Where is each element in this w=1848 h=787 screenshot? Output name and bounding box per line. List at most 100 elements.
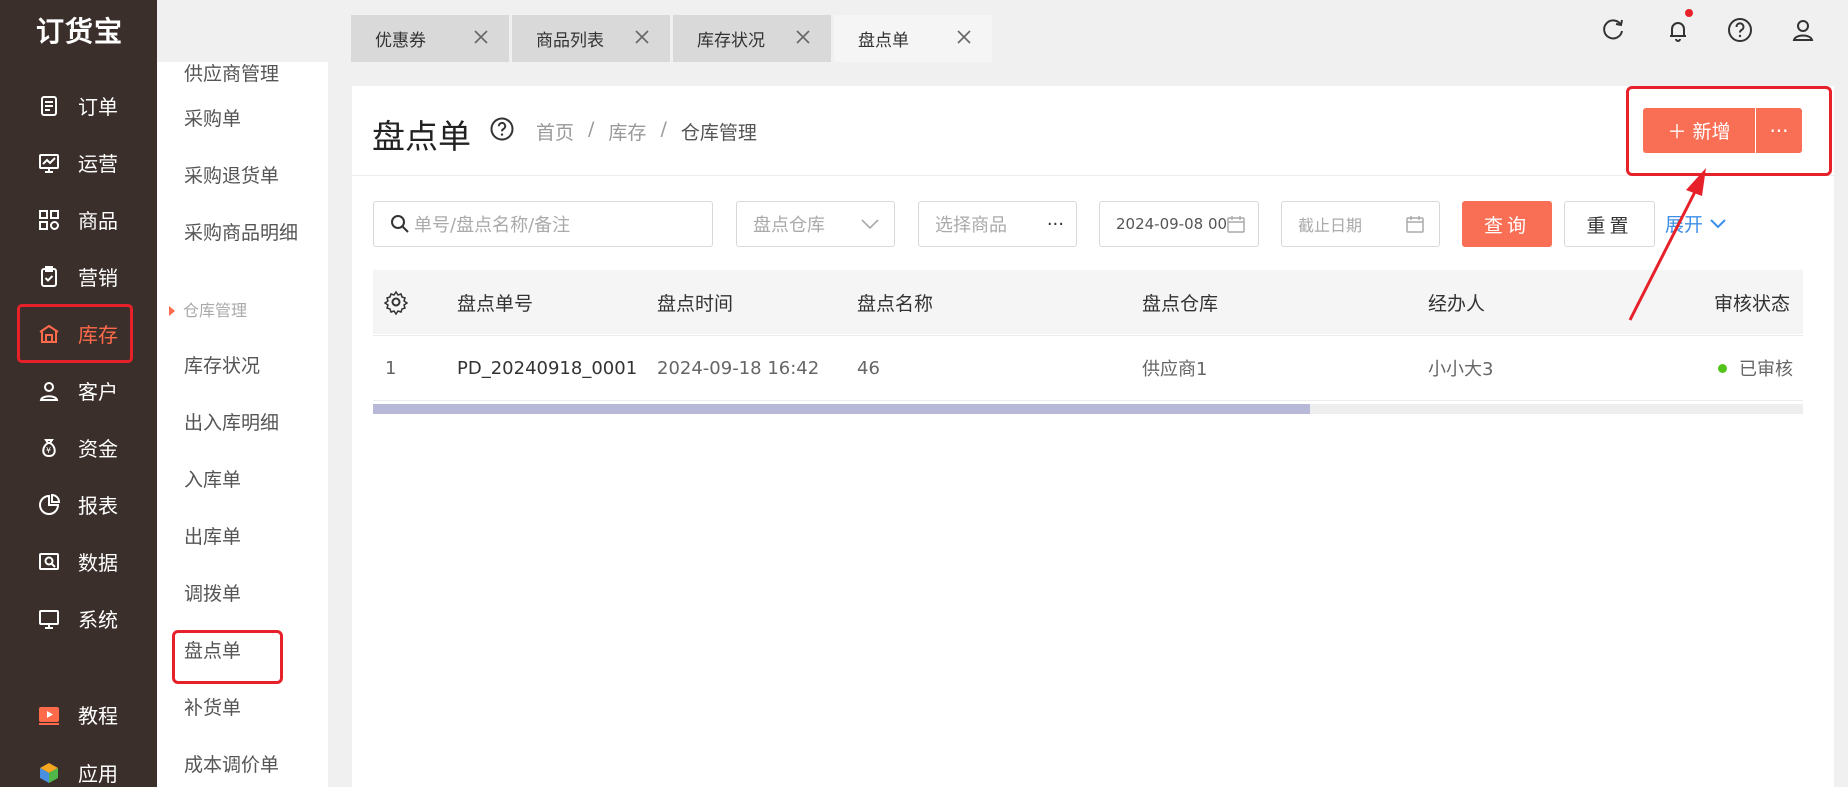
sidebar-item-label: 营销 — [78, 266, 118, 290]
breadcrumb: 首页 / 库存 / 仓库管理 — [536, 118, 757, 145]
submenu-group-label: 仓库管理 — [183, 301, 248, 320]
search-placeholder: 单号/盘点名称/备注 — [414, 215, 571, 236]
sidebar-item-customers[interactable]: 客户 — [18, 362, 132, 419]
breadcrumb-separator: / — [588, 118, 595, 140]
warehouse-select[interactable]: 盘点仓库 — [736, 201, 895, 247]
question-icon[interactable] — [489, 116, 515, 142]
submenu-item-inout-detail[interactable]: 出入库明细 — [184, 408, 279, 435]
annotation-highlight-add — [1626, 86, 1832, 176]
submenu-item-transfer[interactable]: 调拨单 — [184, 579, 241, 606]
table-row[interactable]: 1 PD_20240918_0001 2024-09-18 16:42 46 供… — [373, 335, 1803, 401]
query-button[interactable]: 查询 — [1462, 201, 1552, 247]
table-header: 盘点单号 盘点时间 盘点名称 盘点仓库 经办人 审核状态 — [373, 270, 1803, 334]
sidebar-item-label: 资金 — [78, 437, 118, 461]
close-icon[interactable] — [793, 27, 813, 47]
tab-stock-status[interactable]: 库存状况 — [673, 15, 831, 62]
refresh-icon[interactable] — [1600, 16, 1628, 44]
close-icon[interactable] — [632, 27, 652, 47]
submenu-group-warehouse[interactable]: 仓库管理 — [169, 297, 247, 321]
sidebar-item-goods[interactable]: 商品 — [18, 191, 132, 248]
sidebar-item-tutorial[interactable]: 教程 — [18, 686, 132, 743]
header-divider — [352, 175, 1834, 176]
row-stocktake-time: 2024-09-18 16:42 — [657, 357, 820, 379]
submenu-item-purchase-order[interactable]: 采购单 — [184, 104, 241, 131]
notification-dot — [1685, 9, 1693, 17]
sidebar-item-reports[interactable]: 报表 — [18, 476, 132, 533]
column-header-time: 盘点时间 — [657, 292, 734, 315]
svg-text:¥: ¥ — [46, 446, 51, 455]
tab-label: 盘点单 — [858, 31, 909, 51]
bell-icon[interactable] — [1664, 16, 1692, 44]
end-date-placeholder: 截止日期 — [1298, 216, 1363, 235]
end-date-field[interactable]: 截止日期 — [1281, 201, 1440, 247]
data-search-icon — [36, 549, 62, 575]
column-header-handler: 经办人 — [1428, 292, 1486, 315]
order-doc-icon — [36, 93, 62, 119]
expand-filters-link[interactable]: 展开 — [1665, 210, 1727, 237]
sidebar-item-system[interactable]: 系统 — [18, 590, 132, 647]
breadcrumb-home[interactable]: 首页 — [536, 118, 574, 145]
submenu-item-cost-adjust[interactable]: 成本调价单 — [184, 750, 279, 777]
submenu-item-outbound[interactable]: 出库单 — [184, 522, 241, 549]
submenu-item-supplier[interactable]: 供应商管理 — [184, 62, 279, 86]
clipboard-check-icon — [36, 264, 62, 290]
submenu-item-purchase-detail[interactable]: 采购商品明细 — [184, 218, 298, 245]
account-icon[interactable] — [1789, 16, 1817, 44]
submenu-item-inbound[interactable]: 入库单 — [184, 465, 241, 492]
row-stocktake-no[interactable]: PD_20240918_0001 — [457, 336, 637, 400]
tab-stocktake[interactable]: 盘点单 — [834, 15, 992, 62]
sidebar-item-label: 系统 — [78, 608, 118, 632]
sidebar-item-inventory[interactable]: 库存 — [17, 304, 133, 363]
breadcrumb-inventory[interactable]: 库存 — [608, 118, 646, 145]
close-icon[interactable] — [954, 27, 974, 47]
sidebar-item-marketing[interactable]: 营销 — [18, 248, 132, 305]
warehouse-icon — [36, 321, 62, 347]
video-play-icon — [36, 702, 62, 728]
start-date-value: 2024-09-08 00:00 — [1116, 215, 1228, 233]
chart-board-icon — [36, 150, 62, 176]
row-index: 1 — [385, 357, 397, 379]
tab-coupons[interactable]: 优惠券 — [351, 15, 509, 62]
column-header-no: 盘点单号 — [457, 292, 534, 315]
column-header-warehouse: 盘点仓库 — [1142, 292, 1219, 315]
gear-icon[interactable] — [384, 270, 408, 334]
horizontal-scrollbar[interactable] — [373, 404, 1803, 414]
submenu-item-purchase-return[interactable]: 采购退货单 — [184, 161, 279, 188]
reset-button[interactable]: 重置 — [1564, 201, 1655, 247]
sidebar-item-operations[interactable]: 运营 — [18, 134, 132, 191]
tab-label: 商品列表 — [536, 31, 604, 51]
sidebar-item-label: 运营 — [78, 152, 118, 176]
tab-label: 优惠券 — [375, 31, 426, 51]
chevron-down-icon — [1710, 218, 1726, 228]
sidebar-item-orders[interactable]: 订单 — [18, 77, 132, 134]
grid-apps-icon — [36, 207, 62, 233]
monitor-icon — [36, 606, 62, 632]
goods-more-icon[interactable]: ··· — [1047, 214, 1064, 235]
scrollbar-thumb[interactable] — [373, 404, 1310, 414]
search-input[interactable]: 单号/盘点名称/备注 — [373, 201, 713, 247]
breadcrumb-separator: / — [660, 118, 667, 140]
help-icon[interactable] — [1726, 16, 1754, 44]
column-header-status: 审核状态 — [1714, 292, 1791, 315]
close-icon[interactable] — [471, 27, 491, 47]
tab-goods-list[interactable]: 商品列表 — [512, 15, 670, 62]
status-text: 已审核 — [1739, 359, 1793, 380]
column-header-name: 盘点名称 — [857, 292, 934, 315]
sidebar-item-data[interactable]: 数据 — [18, 533, 132, 590]
status-dot-icon — [1718, 363, 1727, 373]
start-date-field[interactable]: 2024-09-08 00:00 — [1099, 201, 1259, 247]
sidebar-item-apps[interactable]: 应用 — [18, 744, 132, 787]
tab-label: 库存状况 — [697, 31, 765, 51]
submenu-item-replenish[interactable]: 补货单 — [184, 693, 241, 720]
row-handler: 小小大3 — [1428, 359, 1494, 380]
sidebar-item-label: 教程 — [78, 704, 118, 728]
sidebar-item-label: 报表 — [78, 494, 118, 518]
sidebar-item-funds[interactable]: ¥ 资金 — [18, 419, 132, 476]
expand-caret-icon — [169, 306, 175, 316]
sidebar-item-label: 客户 — [78, 380, 118, 404]
pie-chart-icon — [36, 492, 62, 518]
cube-icon — [36, 760, 62, 786]
goods-select[interactable]: 选择商品 ··· — [918, 201, 1077, 247]
breadcrumb-warehouse: 仓库管理 — [680, 122, 757, 144]
submenu-item-stock-status[interactable]: 库存状况 — [184, 351, 260, 378]
